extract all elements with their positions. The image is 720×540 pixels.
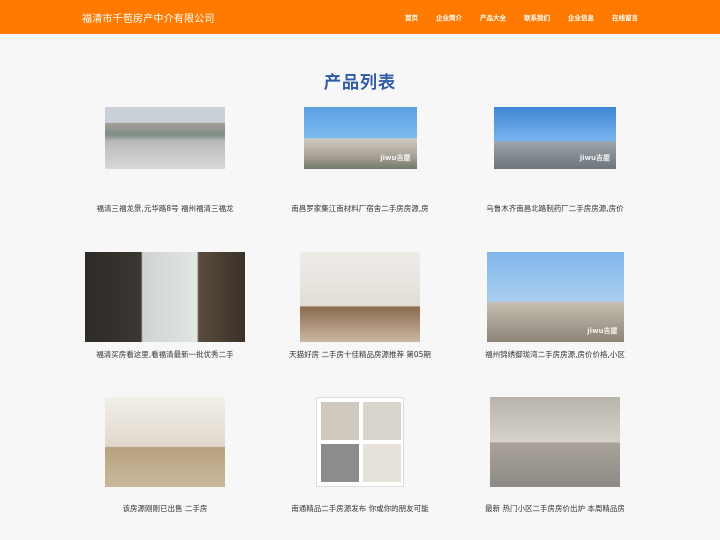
product-caption[interactable]: 乌鲁木齐南昌北路制药厂二手房房源,房价 — [455, 203, 655, 214]
product-image[interactable] — [105, 397, 225, 487]
product-image[interactable]: jiwu吉屋 — [494, 107, 616, 169]
product-image[interactable] — [85, 252, 245, 342]
product-caption[interactable]: 福州锦绣御珑湾二手房房源,房价价格,小区 — [455, 349, 655, 360]
product-caption[interactable]: 天猫好房 二手房十佳精品房源推荐 第05期 — [260, 349, 460, 360]
product-caption[interactable]: 最新 热门小区二手房房价出炉 本周精品房 — [455, 503, 655, 514]
product-image[interactable] — [300, 252, 420, 342]
top-nav-bar: 福清市千苞房产中介有限公司 首页 企业简介 产品大全 联系我们 企业信息 在线留… — [0, 0, 720, 34]
watermark-logo: jiwu吉屋 — [587, 327, 618, 335]
product-caption[interactable]: 福清三福龙景,元华路8号 福州福清三福龙 — [65, 203, 265, 214]
product-caption[interactable]: 南昌罗家集江南材料厂宿舍二手房房源,房 — [260, 203, 460, 214]
product-caption[interactable]: 该房源刚刚已出售 二手房 — [65, 503, 265, 514]
site-brand[interactable]: 福清市千苞房产中介有限公司 — [82, 10, 215, 25]
product-card[interactable]: jiwu吉屋 南昌罗家集江南材料厂宿舍二手房房源,房 — [260, 107, 460, 213]
product-card[interactable]: 福清买房看这里,看福清最新一批优秀二手 — [65, 252, 265, 359]
product-card[interactable]: 最新 热门小区二手房房价出炉 本周精品房 — [455, 397, 655, 513]
product-image[interactable]: jiwu吉屋 — [303, 107, 417, 169]
nav-home[interactable]: 首页 — [405, 12, 418, 22]
product-image[interactable]: jiwu吉屋 — [486, 252, 624, 342]
product-caption[interactable]: 福清买房看这里,看福清最新一批优秀二手 — [65, 349, 265, 360]
product-caption[interactable]: 南通精品二手房源发布 你或你的朋友可能 — [260, 503, 460, 514]
page-title: 产品列表 — [324, 73, 396, 93]
nav-about[interactable]: 企业简介 — [436, 12, 462, 22]
product-card[interactable]: 该房源刚刚已出售 二手房 — [65, 397, 265, 513]
watermark-logo: jiwu吉屋 — [579, 154, 610, 162]
nav-company-info[interactable]: 企业信息 — [568, 12, 594, 22]
watermark-logo: jiwu吉屋 — [380, 154, 411, 162]
main-nav: 首页 企业简介 产品大全 联系我们 企业信息 在线留言 — [405, 12, 638, 22]
product-grid: 福清三福龙景,元华路8号 福州福清三福龙 jiwu吉屋 南昌罗家集江南材料厂宿舍… — [0, 93, 720, 540]
product-card[interactable]: 南通精品二手房源发布 你或你的朋友可能 — [260, 397, 460, 513]
product-card[interactable]: jiwu吉屋 福州锦绣御珑湾二手房房源,房价价格,小区 — [455, 252, 655, 359]
nav-guestbook[interactable]: 在线留言 — [612, 12, 638, 22]
product-image[interactable] — [490, 397, 620, 487]
product-card[interactable]: jiwu吉屋 乌鲁木齐南昌北路制药厂二手房房源,房价 — [455, 107, 655, 213]
product-image[interactable] — [105, 107, 225, 169]
product-card[interactable]: 天猫好房 二手房十佳精品房源推荐 第05期 — [260, 252, 460, 359]
product-image[interactable] — [316, 397, 404, 487]
product-card[interactable]: 福清三福龙景,元华路8号 福州福清三福龙 — [65, 107, 265, 213]
nav-contact[interactable]: 联系我们 — [524, 12, 550, 22]
nav-products[interactable]: 产品大全 — [480, 12, 506, 22]
